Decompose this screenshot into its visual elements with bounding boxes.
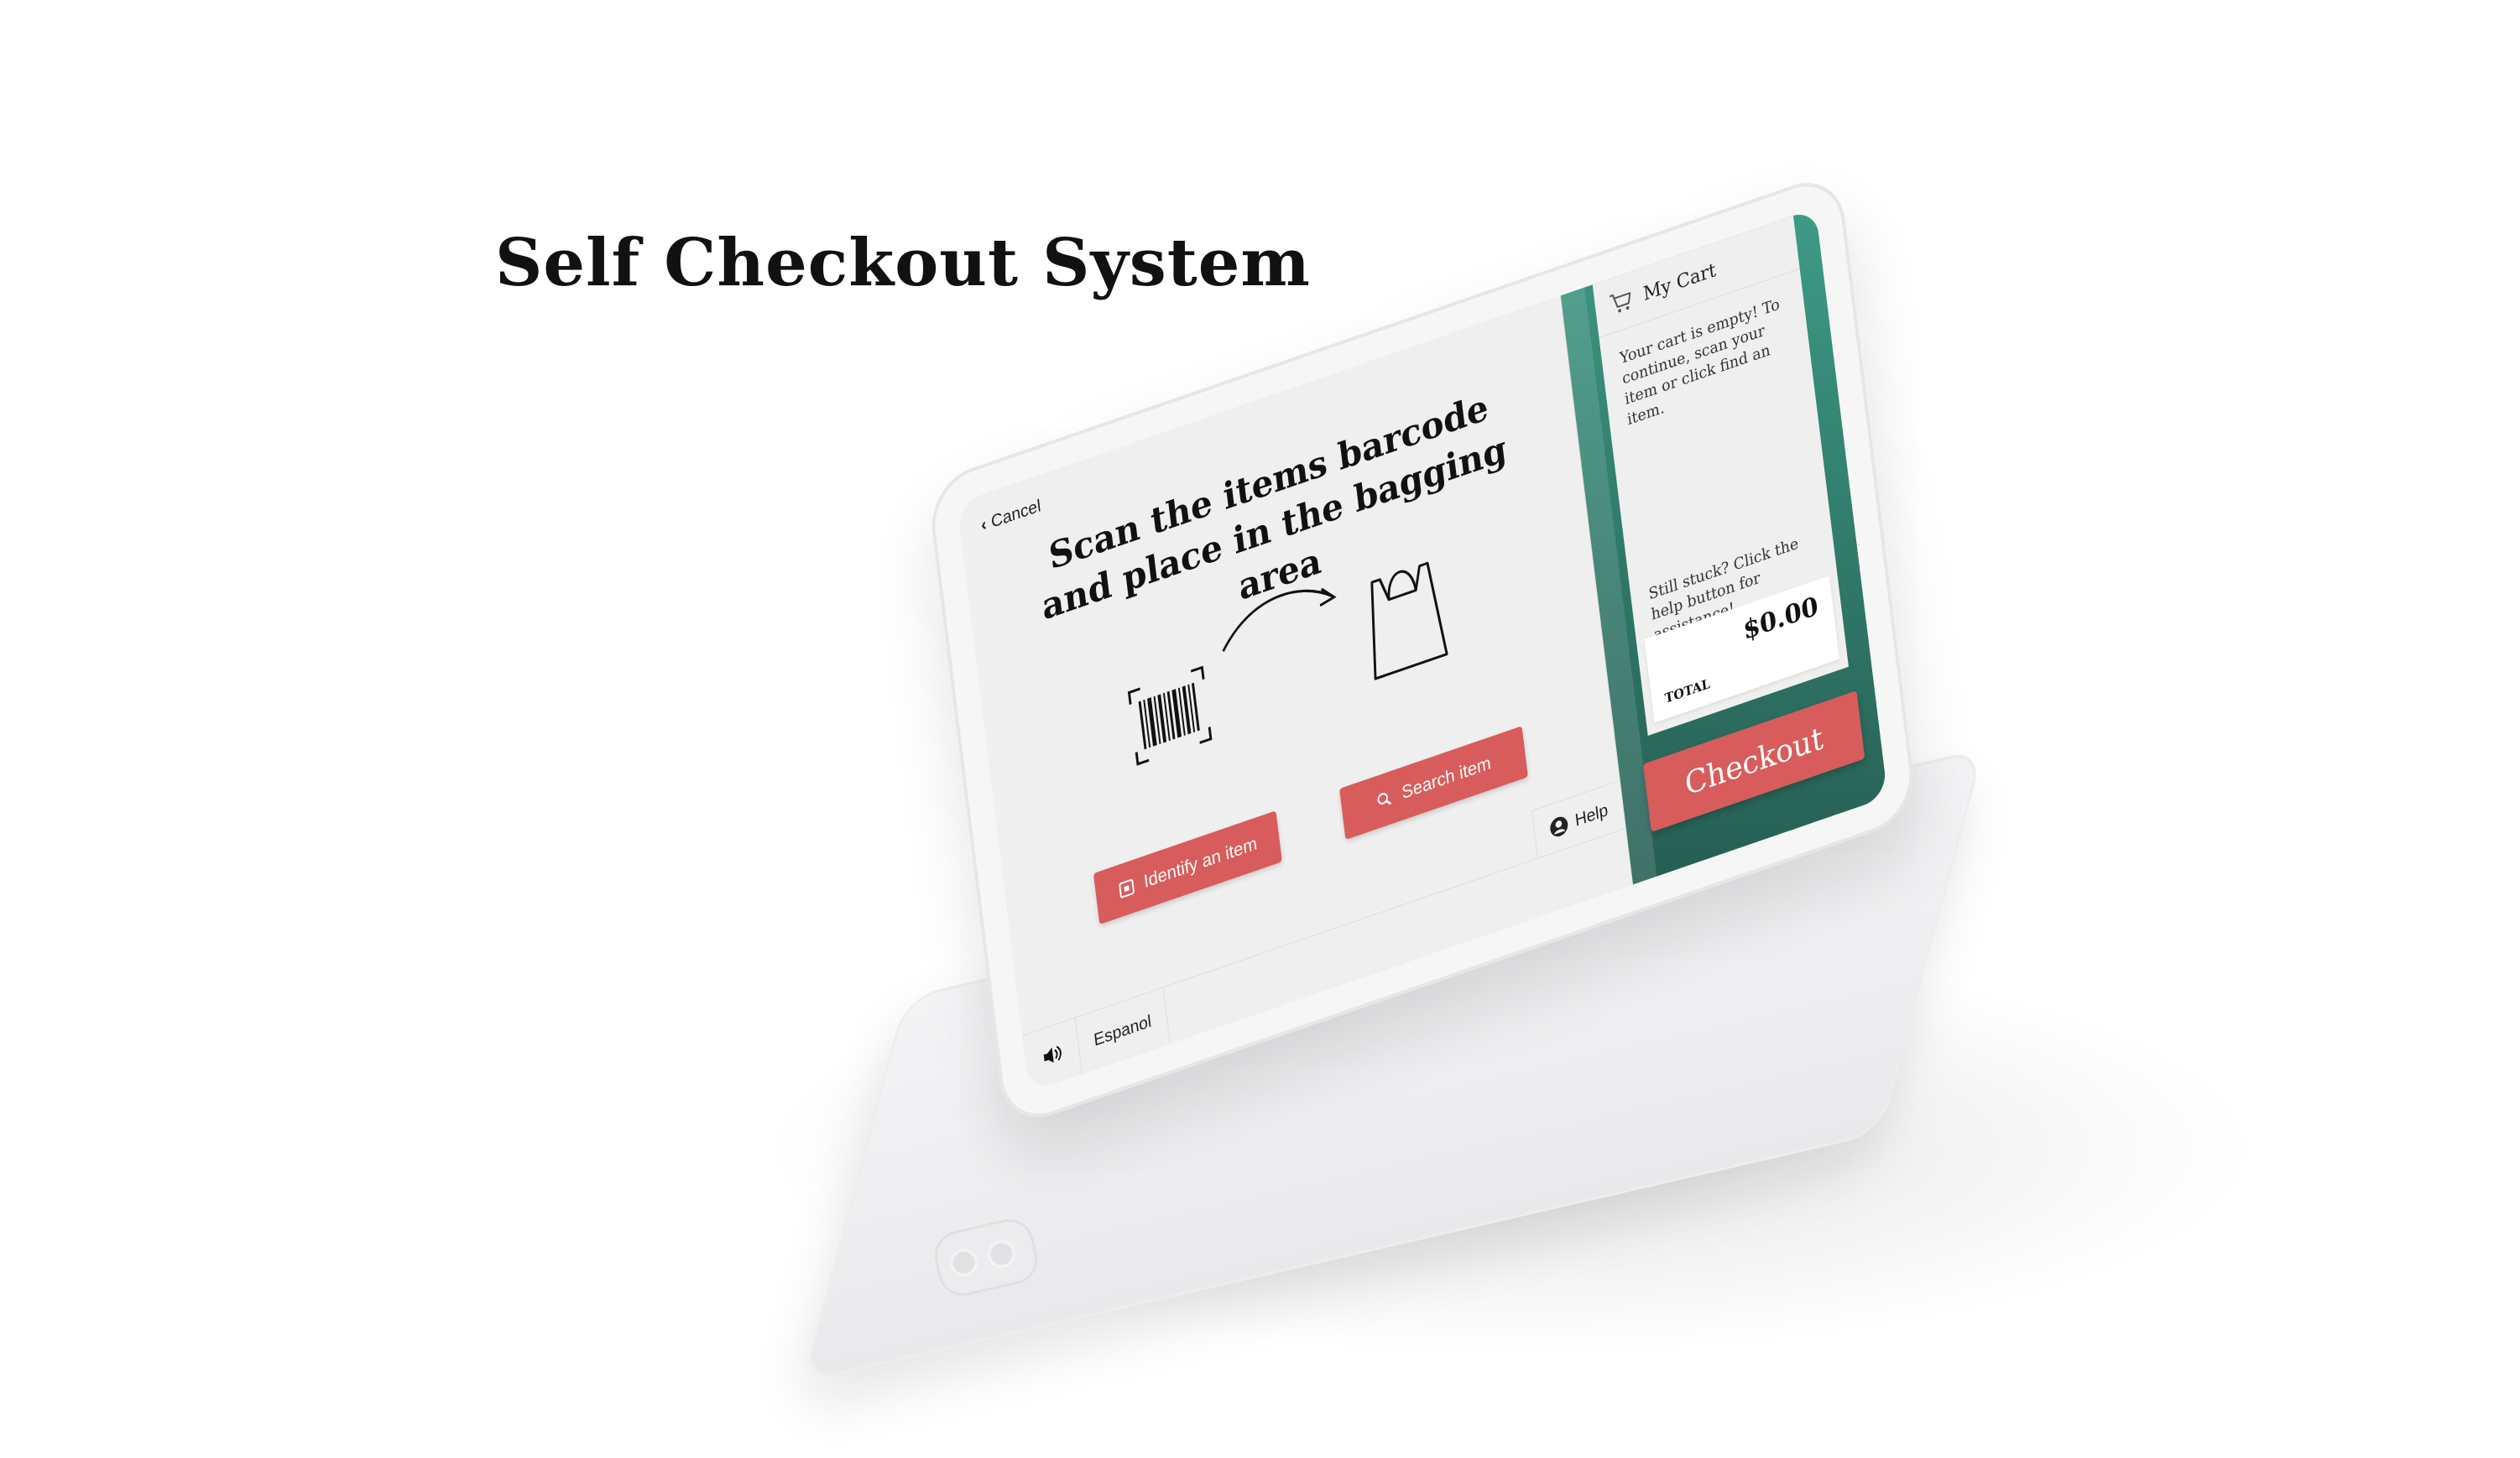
search-item-label: Search item bbox=[1401, 752, 1492, 804]
total-label: TOTAL bbox=[1663, 675, 1711, 707]
search-icon bbox=[1377, 793, 1392, 805]
cart-panel: My Cart Your cart is empty! To continue,… bbox=[1592, 215, 1849, 737]
help-label: Help bbox=[1573, 799, 1610, 831]
search-item-button[interactable]: Search item bbox=[1339, 726, 1528, 841]
camera-lens bbox=[947, 1245, 982, 1280]
cancel-label: Cancel bbox=[989, 496, 1042, 533]
speaker-icon bbox=[1043, 1045, 1062, 1063]
identify-item-button[interactable]: Identify an item bbox=[1093, 810, 1282, 925]
cart-icon bbox=[1610, 292, 1631, 313]
cancel-button[interactable]: ‹ Cancel bbox=[980, 497, 1042, 537]
page-title: Self Checkout System bbox=[495, 225, 1311, 301]
identify-icon bbox=[1119, 879, 1135, 898]
identify-item-label: Identify an item bbox=[1142, 833, 1259, 893]
barcode-icon bbox=[1127, 665, 1213, 766]
language-button[interactable]: Espanol bbox=[1075, 987, 1171, 1075]
camera-lens bbox=[984, 1237, 1019, 1272]
chevron-left-icon: ‹ bbox=[979, 514, 988, 536]
cart-title: My Cart bbox=[1641, 258, 1718, 305]
audio-button[interactable] bbox=[1022, 1018, 1083, 1093]
shopping-bag-icon bbox=[1370, 561, 1448, 680]
user-circle-icon bbox=[1550, 816, 1568, 837]
